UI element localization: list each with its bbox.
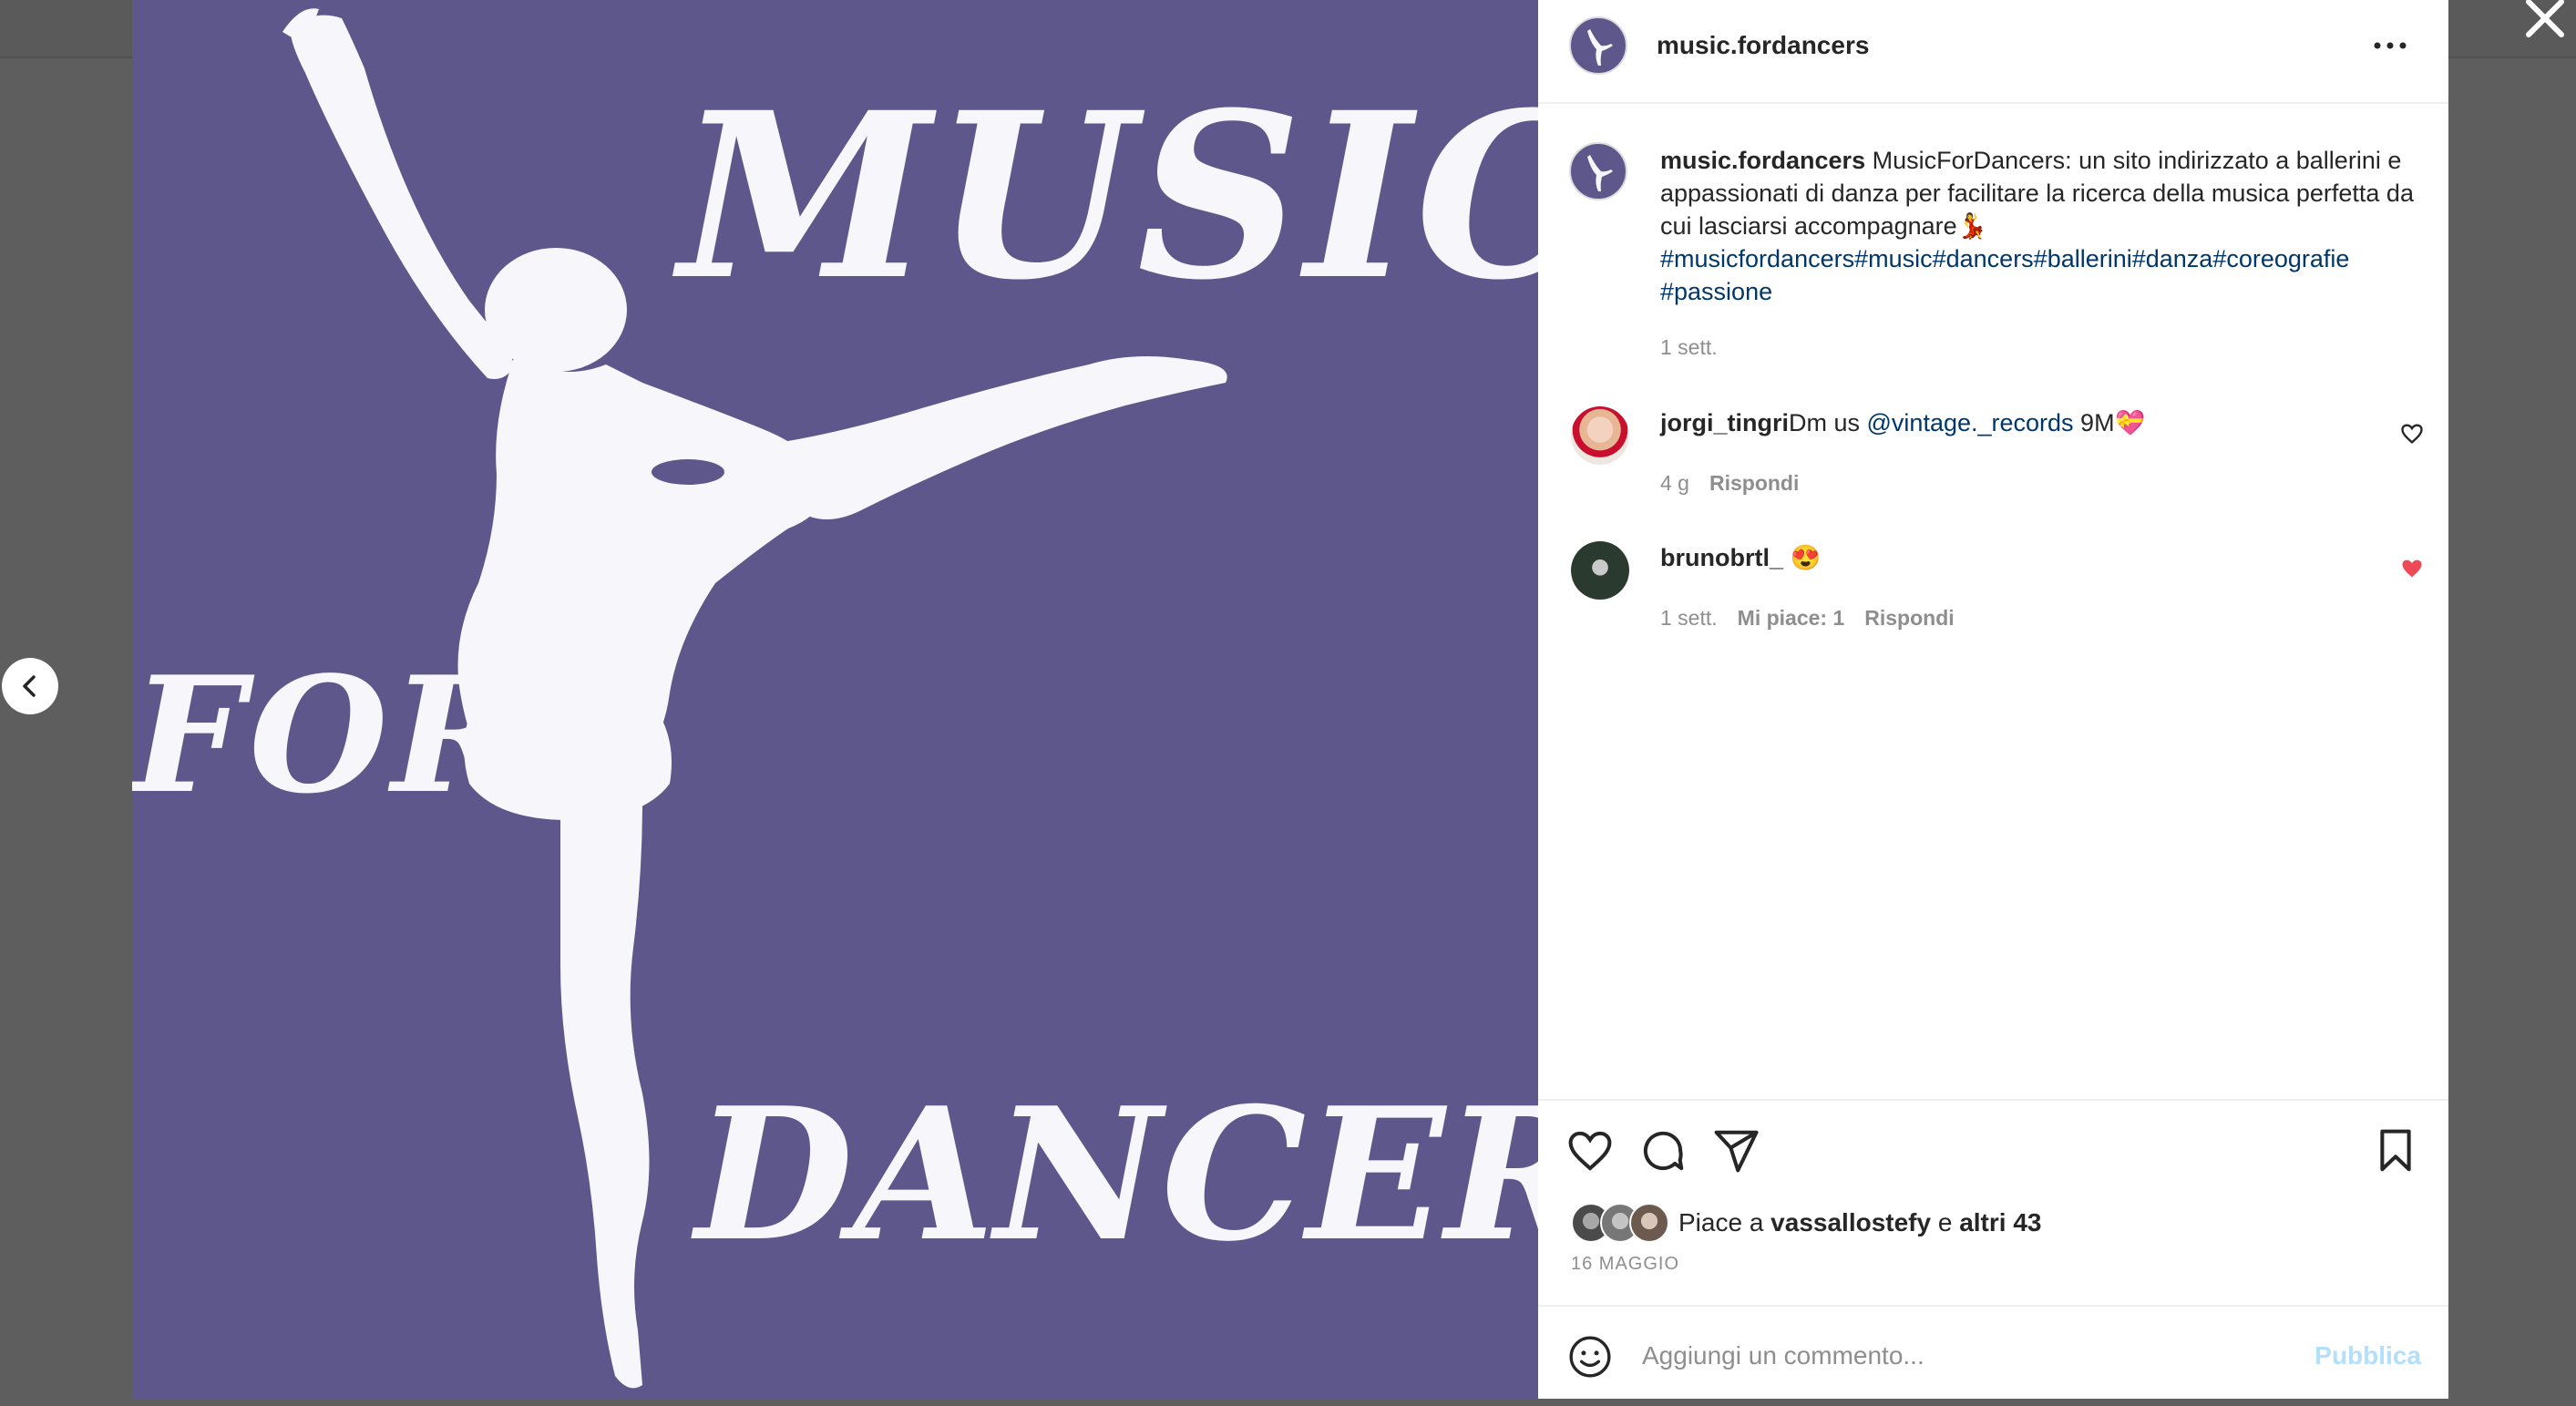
comment-liked-heart-icon[interactable] <box>2399 556 2425 581</box>
post-date[interactable]: 16 MAGGIO <box>1571 1254 1679 1275</box>
post-details-panel: music.fordancers music.fordancers MusicF… <box>1538 0 2448 1399</box>
likes-summary: Piace a vassallostefy e altri 43 <box>1571 1203 2041 1243</box>
comment-username[interactable]: jorgi_tingri <box>1660 409 1789 436</box>
comment-body: jorgi_tingriDm us @vintage._records 9M💝 <box>1660 406 2145 439</box>
like-heart-icon[interactable] <box>1565 1126 1615 1175</box>
comment-meta: 4 g Rispondi <box>1660 471 1799 496</box>
caption-avatar[interactable] <box>1569 142 1627 200</box>
comment-likes-count[interactable]: Mi piace: 1 <box>1738 606 1845 630</box>
account-avatar[interactable] <box>1569 16 1627 75</box>
reply-button[interactable]: Rispondi <box>1709 471 1799 495</box>
likes-conjunction: e <box>1931 1208 1960 1237</box>
caption-time[interactable]: 1 sett. <box>1660 335 1718 360</box>
post-image[interactable]: MUSIC FOR DANCERS <box>132 0 1538 1399</box>
wordmark-for: FOR <box>132 642 529 829</box>
caption-hashtags[interactable]: #musicfordancers#music#dancers#ballerini… <box>1660 245 2349 305</box>
comment-body: brunobrtl_ 😍 <box>1660 541 1821 574</box>
comment-time[interactable]: 1 sett. <box>1660 606 1718 630</box>
comment-bubble-icon[interactable] <box>1638 1126 1688 1175</box>
chevron-left-icon <box>23 675 36 697</box>
liker-username[interactable]: vassallostefy <box>1770 1208 1931 1237</box>
wordmark-music: MUSIC <box>679 62 1538 330</box>
comment-text-tail: 9M💝 <box>2073 409 2146 436</box>
share-send-icon[interactable] <box>1711 1126 1760 1175</box>
reply-button[interactable]: Rispondi <box>1864 606 1954 630</box>
post-header: music.fordancers <box>1538 0 2448 104</box>
header-username[interactable]: music.fordancers <box>1657 31 1869 60</box>
comment-text: 😍 <box>1783 544 1822 571</box>
likes-prefix: Piace a <box>1678 1208 1771 1237</box>
post-actions: Piace a vassallostefy e altri 43 16 MAGG… <box>1538 1099 2448 1401</box>
post-caption: music.fordancers MusicForDancers: un sit… <box>1660 144 2426 308</box>
close-icon[interactable] <box>2516 0 2571 49</box>
liker-avatar[interactable] <box>1629 1203 1669 1243</box>
publish-button[interactable]: Pubblica <box>2314 1341 2421 1370</box>
wordmark-dancers: DANCERS <box>695 1068 1538 1282</box>
likes-text: Piace a vassallostefy e altri 43 <box>1678 1208 2041 1237</box>
comment-avatar[interactable] <box>1571 406 1629 465</box>
comment-meta: 1 sett. Mi piace: 1 Rispondi <box>1660 606 1955 631</box>
comment-time[interactable]: 4 g <box>1660 471 1689 495</box>
caption-username[interactable]: music.fordancers <box>1660 147 1865 174</box>
more-options-icon[interactable] <box>2370 27 2410 64</box>
likes-others-count[interactable]: altri 43 <box>1959 1208 2041 1237</box>
comment-mention[interactable]: @vintage._records <box>1867 409 2074 436</box>
add-comment-bar: Pubblica <box>1538 1305 2448 1403</box>
bookmark-save-icon[interactable] <box>2371 1126 2420 1175</box>
comment-input[interactable] <box>1640 1332 2263 1380</box>
previous-post-button[interactable] <box>2 658 58 714</box>
comment-username[interactable]: brunobrtl_ <box>1660 544 1783 571</box>
comment-like-icon[interactable] <box>2399 421 2425 446</box>
emoji-smiley-icon[interactable] <box>1567 1334 1613 1380</box>
comment-text: Dm us <box>1789 409 1867 436</box>
comment-avatar[interactable] <box>1571 541 1629 600</box>
